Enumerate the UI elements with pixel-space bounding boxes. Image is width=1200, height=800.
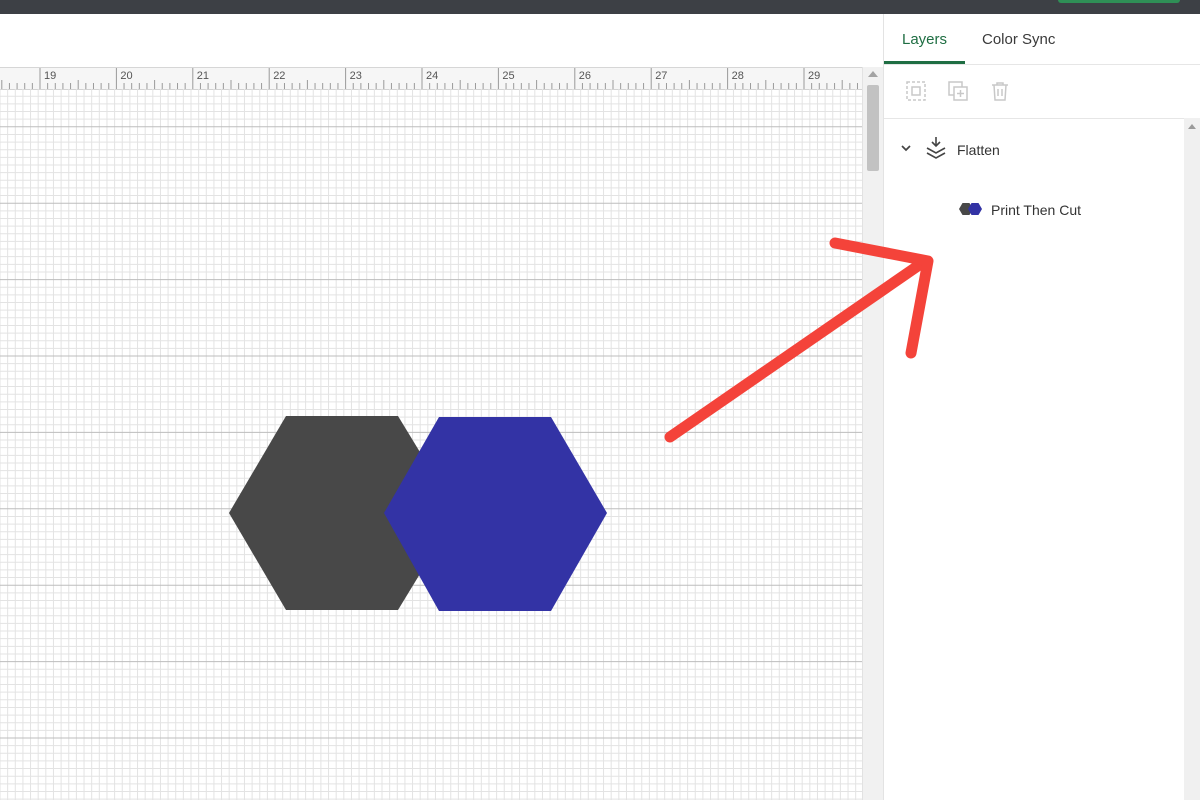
trash-icon[interactable]: [988, 79, 1012, 103]
hexagon-pair-thumbnail-icon: [958, 202, 984, 221]
tab-layers[interactable]: Layers: [902, 31, 947, 48]
chevron-down-icon[interactable]: [900, 141, 912, 159]
flatten-icon: [924, 135, 948, 166]
layer-item-label: Print Then Cut: [991, 202, 1082, 218]
duplicate-icon[interactable]: [946, 79, 970, 103]
layers-panel-scrollbar[interactable]: [1184, 118, 1200, 800]
panel-tabs: Layers Color Sync: [884, 14, 1200, 65]
layers-panel: Layers Color Sync Flatten Print Then Cut: [883, 14, 1200, 800]
active-tab-indicator: [884, 61, 965, 64]
group-icon[interactable]: [904, 79, 928, 103]
tab-color-sync[interactable]: Color Sync: [982, 31, 1055, 48]
layer-group-flatten[interactable]: Flatten: [884, 129, 1184, 169]
layer-item-print-then-cut[interactable]: Print Then Cut: [884, 190, 1184, 230]
layer-group-label: Flatten: [957, 142, 1000, 158]
layer-tools: [884, 65, 1200, 119]
scroll-up-icon[interactable]: [1188, 124, 1196, 129]
hexagon-blue-shape[interactable]: [384, 417, 607, 611]
